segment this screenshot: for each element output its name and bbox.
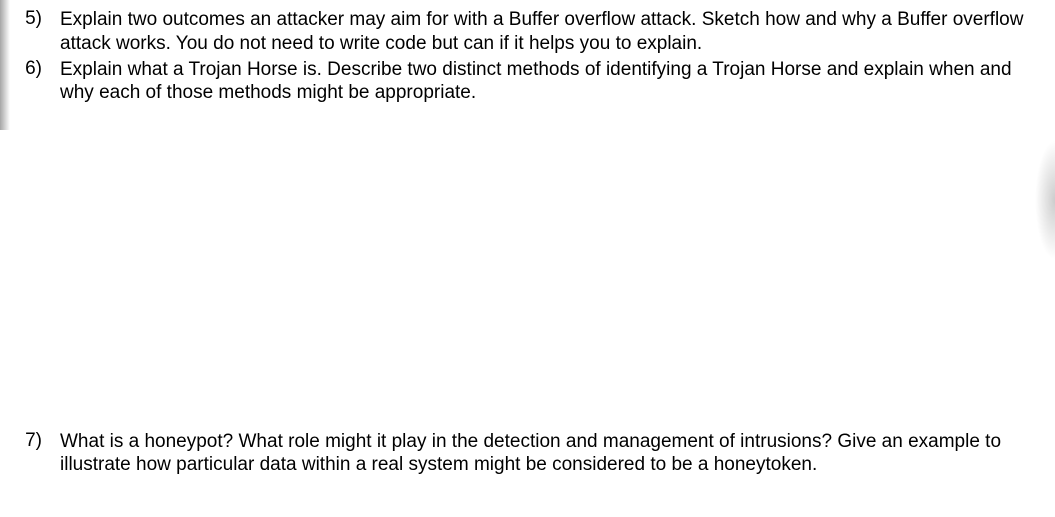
question-text: Explain two outcomes an attacker may aim… bbox=[60, 8, 1035, 56]
question-item: 7) What is a honeypot? What role might i… bbox=[20, 430, 1035, 478]
question-item: 6) Explain what a Trojan Horse is. Descr… bbox=[20, 58, 1035, 106]
question-text: What is a honeypot? What role might it p… bbox=[60, 430, 1035, 478]
document-page: 5) Explain two outcomes an attacker may … bbox=[0, 0, 1055, 517]
question-group-top: 5) Explain two outcomes an attacker may … bbox=[20, 8, 1035, 105]
question-item: 5) Explain two outcomes an attacker may … bbox=[20, 8, 1035, 56]
question-number: 5) bbox=[20, 8, 60, 30]
question-text: Explain what a Trojan Horse is. Describe… bbox=[60, 58, 1035, 106]
question-group-bottom: 7) What is a honeypot? What role might i… bbox=[20, 430, 1035, 480]
question-number: 7) bbox=[20, 430, 60, 452]
scan-edge-shadow-left bbox=[0, 0, 10, 130]
scan-edge-shadow-right bbox=[1035, 140, 1055, 260]
question-number: 6) bbox=[20, 58, 60, 80]
